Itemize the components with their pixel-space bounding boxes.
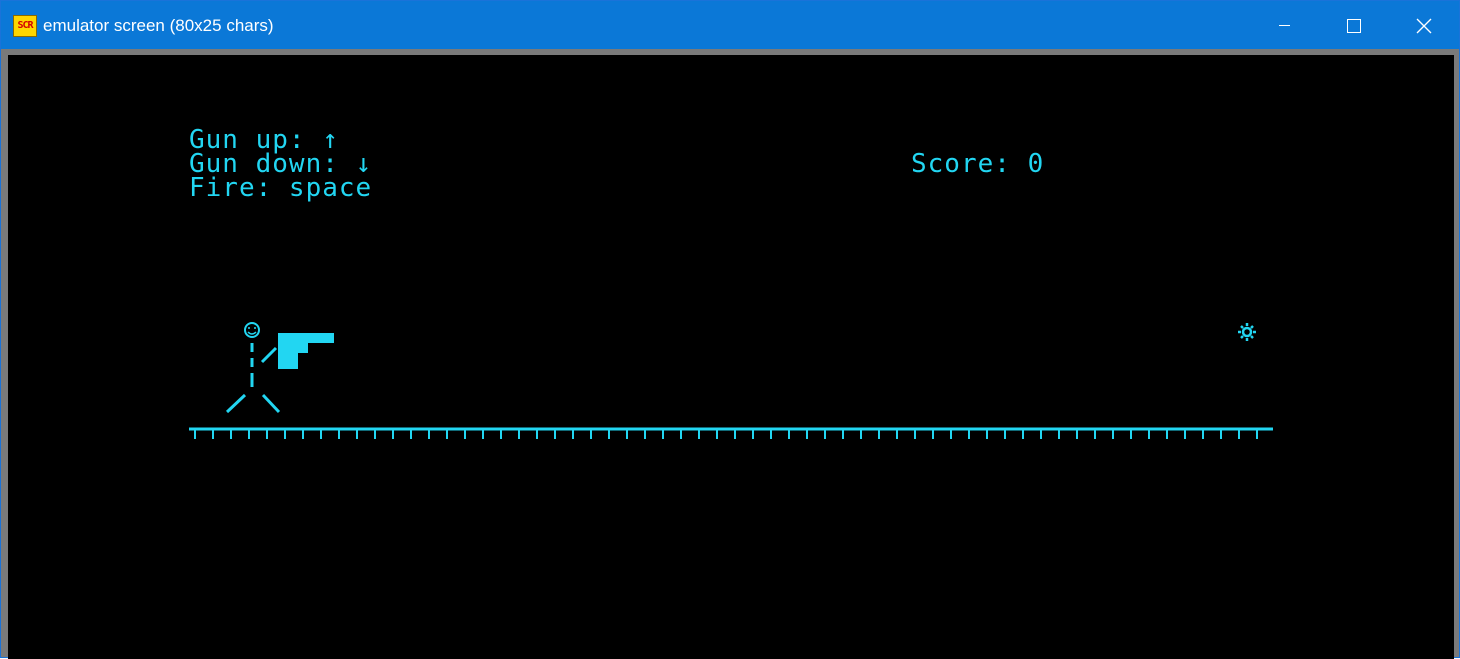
pistol-icon <box>278 333 334 369</box>
target-icon <box>1238 323 1256 341</box>
stick-figure-icon <box>225 322 281 414</box>
close-button[interactable] <box>1389 1 1459 49</box>
title-bar[interactable]: SCR emulator screen (80x25 chars) <box>1 1 1459 49</box>
minimize-button[interactable] <box>1249 1 1319 49</box>
close-icon <box>1416 18 1432 34</box>
maximize-icon <box>1347 19 1361 33</box>
minimize-icon <box>1279 25 1290 26</box>
window-title: emulator screen (80x25 chars) <box>43 16 274 35</box>
game-playfield <box>189 322 1273 439</box>
app-icon: SCR <box>13 15 37 37</box>
emulator-screen[interactable]: Gun up: ↑ Gun down: ↓ Fire: space Score:… <box>8 55 1454 659</box>
maximize-button[interactable] <box>1319 1 1389 49</box>
emulator-window: SCR emulator screen (80x25 chars) Gun up… <box>0 0 1460 659</box>
ground-ruler <box>189 427 1273 439</box>
